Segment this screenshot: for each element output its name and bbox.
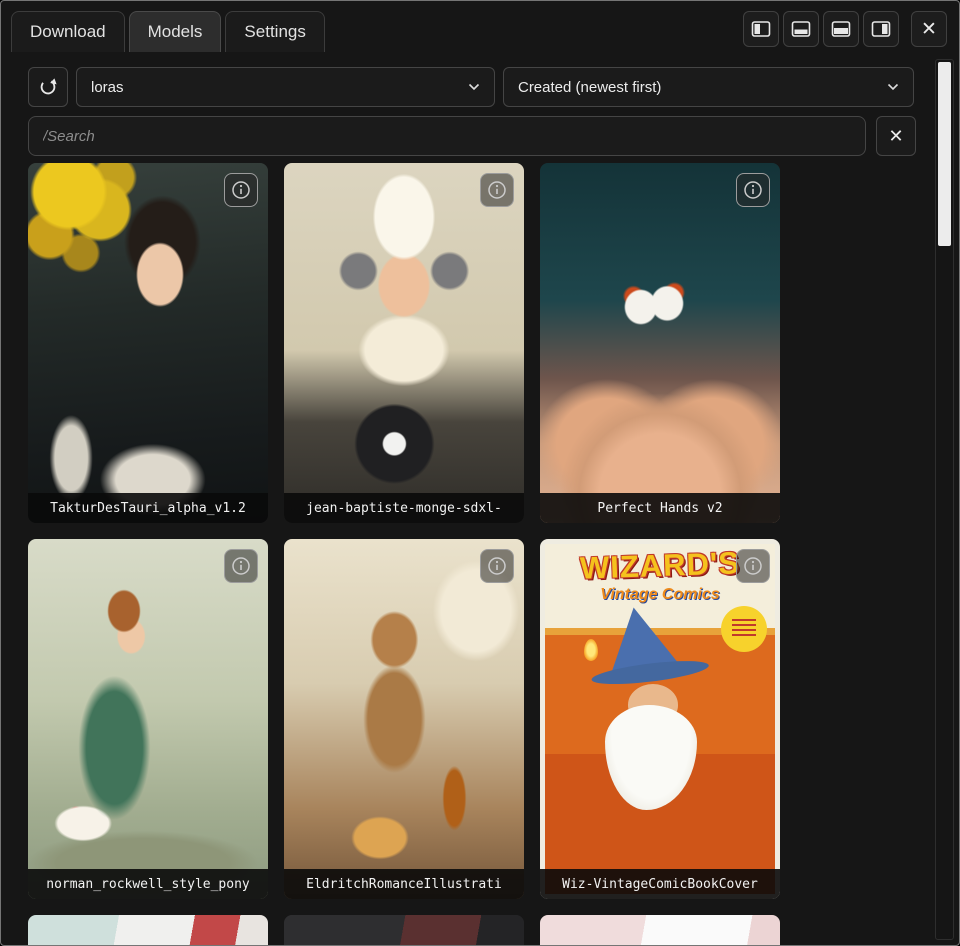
- info-icon: [231, 556, 251, 576]
- comic-cover-subtitle: Vintage Comics: [545, 586, 775, 604]
- model-type-value: loras: [91, 79, 124, 96]
- info-icon: [231, 180, 251, 200]
- wizard-beard: [605, 705, 697, 810]
- model-image: [540, 915, 780, 946]
- scrollbar-thumb[interactable]: [938, 62, 951, 246]
- tab-list: Download Models Settings: [11, 11, 325, 52]
- refresh-button[interactable]: [28, 67, 68, 107]
- model-image: [540, 163, 780, 523]
- tab-bar: Download Models Settings ✕: [1, 1, 959, 53]
- tab-models[interactable]: Models: [129, 11, 222, 52]
- model-type-select[interactable]: loras: [76, 67, 495, 107]
- model-title: EldritchRomanceIllustrati: [284, 869, 524, 899]
- toolbar: loras Created (newest first): [28, 67, 914, 107]
- window-controls: ✕: [743, 11, 947, 47]
- model-title: Wiz-VintageComicBookCover: [540, 869, 780, 899]
- model-image: [284, 539, 524, 899]
- model-title: norman_rockwell_style_pony: [28, 869, 268, 899]
- model-card-partial[interactable]: [540, 915, 780, 946]
- model-title: Perfect Hands v2: [540, 493, 780, 523]
- model-card[interactable]: jean-baptiste-monge-sdxl-: [284, 163, 524, 523]
- info-button[interactable]: [480, 173, 514, 207]
- model-image: [28, 163, 268, 523]
- model-title: TakturDesTauri_alpha_v1.2: [28, 493, 268, 523]
- model-grid: TakturDesTauri_alpha_v1.2 jean-baptiste-…: [28, 163, 780, 946]
- model-card[interactable]: TakturDesTauri_alpha_v1.2: [28, 163, 268, 523]
- model-image: [284, 163, 524, 523]
- info-icon: [487, 556, 507, 576]
- dock-bottom-button[interactable]: [783, 11, 819, 47]
- dock-right-icon: [871, 20, 891, 38]
- model-image: [28, 539, 268, 899]
- sort-select[interactable]: Created (newest first): [503, 67, 914, 107]
- info-button[interactable]: [736, 173, 770, 207]
- model-card[interactable]: norman_rockwell_style_pony: [28, 539, 268, 899]
- close-button[interactable]: ✕: [911, 11, 947, 47]
- info-button[interactable]: [480, 549, 514, 583]
- info-icon: [743, 180, 763, 200]
- clear-search-button[interactable]: ✕: [876, 116, 916, 156]
- search-input[interactable]: [28, 116, 866, 156]
- dock-bottom-icon: [791, 20, 811, 38]
- model-card[interactable]: WIZARD'S Vintage Comics Wiz-VintageComic…: [540, 539, 780, 899]
- info-button[interactable]: [736, 549, 770, 583]
- dock-bottom-large-button[interactable]: [823, 11, 859, 47]
- chevron-down-icon: [887, 83, 899, 91]
- model-card[interactable]: Perfect Hands v2: [540, 163, 780, 523]
- scrollbar[interactable]: [935, 59, 954, 940]
- refresh-icon: [37, 76, 59, 98]
- window: Download Models Settings ✕: [0, 0, 960, 946]
- search-row: ✕: [28, 116, 916, 156]
- sort-value: Created (newest first): [518, 79, 661, 96]
- dock-right-button[interactable]: [863, 11, 899, 47]
- dock-left-icon: [751, 20, 771, 38]
- chevron-down-icon: [468, 83, 480, 91]
- model-image: [284, 915, 524, 946]
- wizard-hat: [600, 602, 678, 675]
- model-title: jean-baptiste-monge-sdxl-: [284, 493, 524, 523]
- info-icon: [743, 556, 763, 576]
- model-card-partial[interactable]: [28, 915, 268, 946]
- dock-left-button[interactable]: [743, 11, 779, 47]
- info-icon: [487, 180, 507, 200]
- flame: [584, 639, 598, 661]
- info-button[interactable]: [224, 549, 258, 583]
- info-button[interactable]: [224, 173, 258, 207]
- tab-settings[interactable]: Settings: [225, 11, 324, 52]
- dock-bottom-large-icon: [831, 20, 851, 38]
- comic-badge: [721, 606, 767, 652]
- model-image: [28, 915, 268, 946]
- tab-download[interactable]: Download: [11, 11, 125, 52]
- model-card-partial[interactable]: [284, 915, 524, 946]
- model-image: WIZARD'S Vintage Comics: [540, 539, 780, 899]
- model-card[interactable]: EldritchRomanceIllustrati: [284, 539, 524, 899]
